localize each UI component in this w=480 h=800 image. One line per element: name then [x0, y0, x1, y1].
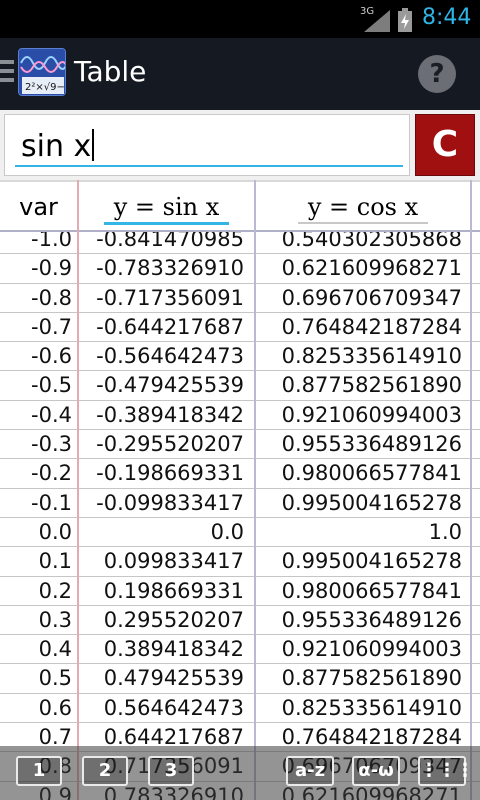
sin-cell: 0.295520207: [103, 607, 244, 632]
sin-cell: 0.389418342: [103, 637, 244, 662]
clear-button[interactable]: C: [415, 114, 475, 176]
column-divider: [470, 180, 472, 800]
var-cell: -0.1: [31, 490, 72, 515]
action-bar: 2²×√9−¾ Table ?: [0, 38, 480, 110]
table-row[interactable]: -0.2 -0.198669331 0.980066577841: [0, 459, 480, 489]
battery-charging-icon: [398, 8, 412, 32]
cos-cell: 0.825335614910: [281, 344, 462, 369]
sin-cell: 0.0: [210, 519, 244, 544]
cos-cell: 0.877582561890: [281, 666, 462, 691]
header-var[interactable]: var: [0, 182, 77, 232]
text-cursor: [92, 129, 95, 161]
expression-bar: sin x C: [0, 110, 480, 180]
sin-cell: 0.099833417: [103, 549, 244, 574]
cos-cell: 0.955336489126: [281, 607, 462, 632]
table-row[interactable]: 0.2 0.198669331 0.980066577841: [0, 577, 480, 606]
cos-cell: 0.621609968271: [281, 256, 462, 281]
latin-keyboard-button[interactable]: a-z: [286, 756, 334, 786]
keypad-grid-button[interactable]: ⋮⋮⋮: [418, 756, 474, 786]
bottom-toolbar: 1 2 3 a-z α-ω ⋮⋮⋮: [0, 746, 480, 800]
page-title: Table: [74, 55, 147, 88]
expression-text: sin x: [21, 129, 92, 164]
cos-cell: 0.980066577841: [281, 461, 462, 486]
value-table[interactable]: var y = sin x y = cos x -1.0 -0.841470985…: [0, 180, 480, 800]
status-bar: 3G 8:44: [0, 0, 480, 38]
sin-cell: 0.198669331: [103, 578, 244, 603]
table-row[interactable]: -0.7 -0.644217687 0.764842187284: [0, 313, 480, 343]
var-cell: 0.4: [38, 637, 72, 662]
greek-keyboard-button[interactable]: α-ω: [352, 756, 400, 786]
input-underline: [15, 165, 403, 167]
table-row[interactable]: -0.9 -0.783326910 0.621609968271: [0, 254, 480, 284]
var-cell: 0.0: [38, 519, 72, 544]
signal-icon: [364, 10, 390, 32]
cos-cell: 0.995004165278: [281, 549, 462, 574]
table-row[interactable]: 0.6 0.564642473 0.825335614910: [0, 694, 480, 724]
sin-cell: -0.717356091: [96, 285, 244, 310]
var-cell: -0.2: [31, 461, 72, 486]
table-row[interactable]: 0.4 0.389418342 0.921060994003: [0, 635, 480, 665]
table-row[interactable]: 0.1 0.099833417 0.995004165278: [0, 547, 480, 577]
sin-cell: -0.198669331: [96, 461, 244, 486]
sin-cell: -0.479425539: [96, 373, 244, 398]
var-cell: -0.3: [31, 432, 72, 457]
sin-cell: -0.564642473: [96, 344, 244, 369]
sin-cell: 0.564642473: [103, 695, 244, 720]
var-cell: -0.4: [31, 402, 72, 427]
cos-cell: 0.764842187284: [281, 314, 462, 339]
sin-cell: -0.099833417: [96, 490, 244, 515]
cos-cell: 0.877582561890: [281, 373, 462, 398]
var-cell: 0.6: [38, 695, 72, 720]
table-row[interactable]: 0.0 0.0 1.0: [0, 518, 480, 548]
table-row[interactable]: -0.1 -0.099833417 0.995004165278: [0, 489, 480, 518]
var-cell: 0.5: [38, 666, 72, 691]
var-cell: 0.3: [38, 607, 72, 632]
keyboard-1-button[interactable]: 1: [16, 756, 62, 786]
var-cell: -0.9: [31, 256, 72, 281]
svg-text:2²×√9−¾: 2²×√9−¾: [25, 82, 66, 93]
cos-cell: 0.980066577841: [281, 578, 462, 603]
table-row[interactable]: -0.8 -0.717356091 0.696706709347: [0, 284, 480, 313]
sin-cell: 0.479425539: [103, 666, 244, 691]
var-cell: -0.7: [31, 314, 72, 339]
table-row[interactable]: -0.5 -0.479425539 0.877582561890: [0, 371, 480, 401]
var-cell: -0.5: [31, 373, 72, 398]
cos-cell: 1.0: [428, 519, 462, 544]
table-row[interactable]: -0.6 -0.564642473 0.825335614910: [0, 342, 480, 372]
table-row[interactable]: 0.5 0.479425539 0.877582561890: [0, 664, 480, 694]
table-row[interactable]: -0.4 -0.389418342 0.921060994003: [0, 401, 480, 431]
var-cell: 0.2: [38, 578, 72, 603]
var-cell: -0.6: [31, 344, 72, 369]
cos-cell: 0.995004165278: [281, 490, 462, 515]
var-cell: -0.8: [31, 285, 72, 310]
header-sin[interactable]: y = sin x: [79, 182, 254, 232]
sin-cell: -0.295520207: [96, 432, 244, 457]
clock: 8:44: [422, 5, 472, 30]
cos-cell: 0.696706709347: [281, 285, 462, 310]
cos-cell: 0.921060994003: [281, 402, 462, 427]
keyboard-2-button[interactable]: 2: [82, 756, 128, 786]
var-cell: 0.1: [38, 549, 72, 574]
sin-cell: -0.644217687: [96, 314, 244, 339]
table-body: -1.0 -0.841470985 0.540302305868 -0.9 -0.783…: [0, 225, 480, 800]
expression-input[interactable]: sin x: [4, 114, 410, 176]
help-button[interactable]: ?: [418, 55, 456, 93]
sin-cell: -0.389418342: [96, 402, 244, 427]
cos-cell: 0.955336489126: [281, 432, 462, 457]
column-divider: [254, 180, 256, 800]
cos-cell: 0.921060994003: [281, 637, 462, 662]
header-cos[interactable]: y = cos x: [256, 182, 470, 232]
drawer-menu-icon[interactable]: [0, 60, 14, 87]
table-header: var y = sin x y = cos x: [0, 180, 480, 232]
sin-cell: -0.783326910: [96, 256, 244, 281]
column-divider: [77, 180, 79, 800]
table-row[interactable]: -0.3 -0.295520207 0.955336489126: [0, 430, 480, 460]
table-row[interactable]: 0.3 0.295520207 0.955336489126: [0, 606, 480, 636]
cos-cell: 0.825335614910: [281, 695, 462, 720]
keyboard-3-button[interactable]: 3: [148, 756, 194, 786]
app-logo-icon[interactable]: 2²×√9−¾: [18, 48, 66, 96]
